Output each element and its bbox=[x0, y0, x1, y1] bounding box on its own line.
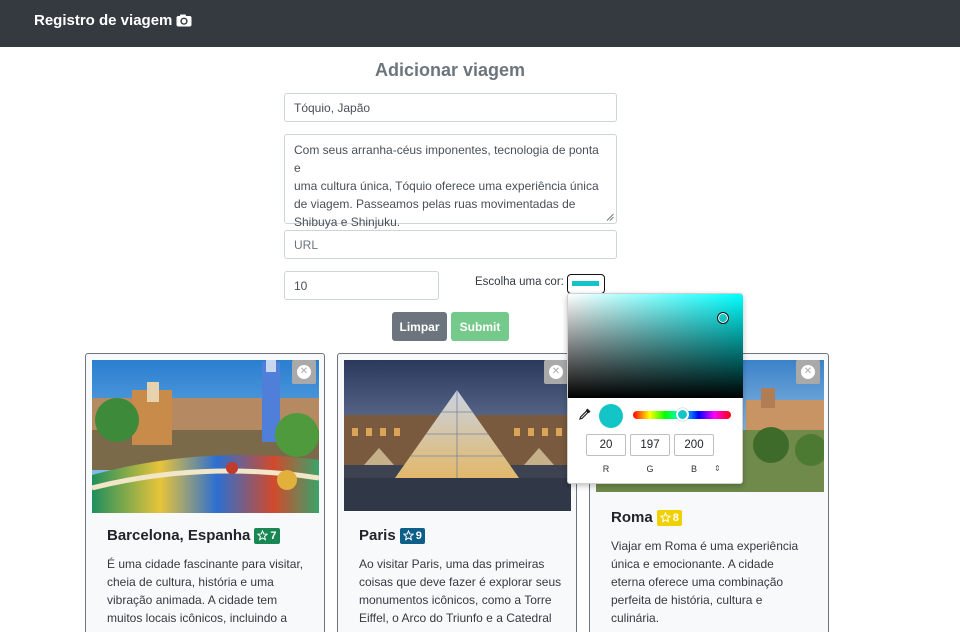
description-line: uma cultura única, Tóquio oferece uma ex… bbox=[294, 179, 599, 193]
eyedropper-icon[interactable] bbox=[578, 407, 592, 421]
card-description-line: monumentos icônicos, como a Torre bbox=[359, 593, 552, 607]
title-input[interactable]: Tóquio, Japão bbox=[284, 93, 617, 122]
color-input-swatch bbox=[572, 281, 599, 286]
blue-label: B bbox=[690, 464, 697, 474]
red-value: 20 bbox=[599, 439, 613, 451]
rating-badge: 8 bbox=[656, 509, 682, 526]
hue-slider-handle[interactable] bbox=[676, 408, 689, 421]
saturation-value-handle[interactable] bbox=[717, 312, 729, 324]
card-description-line: única e emocionante. A cidade bbox=[611, 557, 774, 571]
card-title-text: Barcelona, Espanha bbox=[107, 527, 251, 544]
description-line: Shibuya e Shinjuku. bbox=[294, 215, 401, 229]
green-label: G bbox=[646, 464, 654, 474]
rating-input[interactable]: 10 bbox=[284, 271, 439, 300]
card-description: É uma cidade fascinante para visitar, ch… bbox=[107, 555, 319, 627]
color-label: Escolha uma cor: bbox=[475, 276, 564, 288]
star-icon bbox=[402, 530, 414, 541]
description-line: Com seus arranha-céus imponentes, tecnol… bbox=[294, 143, 599, 175]
url-input[interactable]: URL bbox=[284, 230, 617, 259]
card-description-line: culinária. bbox=[611, 611, 660, 625]
card-title: Barcelona, Espanha 7 bbox=[107, 527, 280, 544]
saturation-value-area[interactable] bbox=[568, 294, 743, 398]
rating-badge: 9 bbox=[399, 527, 425, 544]
star-icon bbox=[257, 530, 269, 541]
trip-card: ✕ Paris 9 Ao visitar Paris, uma das prim… bbox=[337, 353, 577, 632]
description-line: de viagem. Passeamos pelas ruas moviment… bbox=[294, 197, 576, 211]
camera-icon bbox=[176, 14, 192, 27]
format-toggle-icon[interactable]: ⇕ bbox=[714, 464, 721, 473]
card-title: Roma 8 bbox=[611, 509, 682, 526]
card-title: Paris 9 bbox=[359, 527, 425, 544]
blue-value: 200 bbox=[684, 439, 704, 451]
card-description-line: eterna oferece uma combinação bbox=[611, 575, 784, 589]
card-description: Viajar em Roma é uma experiência única e… bbox=[611, 537, 823, 627]
card-description-line: perfeita de história, cultura e bbox=[611, 593, 763, 607]
red-value-input[interactable]: 20 bbox=[586, 434, 626, 456]
current-color-swatch bbox=[599, 404, 623, 428]
url-input-placeholder: URL bbox=[294, 237, 319, 252]
clear-button[interactable]: Limpar bbox=[392, 312, 447, 341]
close-icon: ✕ bbox=[549, 365, 563, 379]
description-textarea[interactable]: Com seus arranha-céus imponentes, tecnol… bbox=[284, 134, 617, 229]
card-title-text: Paris bbox=[359, 527, 396, 544]
close-icon: ✕ bbox=[801, 365, 815, 379]
navbar-brand[interactable]: Registro de viagem bbox=[34, 12, 192, 29]
card-description-line: Eiffel, o Arco do Triunfo e a Catedral bbox=[359, 611, 552, 625]
card-description: Ao visitar Paris, uma das primeiras cois… bbox=[359, 555, 571, 627]
green-value-input[interactable]: 197 bbox=[630, 434, 670, 456]
star-icon bbox=[659, 512, 671, 523]
card-description-line: Viajar em Roma é uma experiência bbox=[611, 539, 799, 553]
submit-button[interactable]: Submit bbox=[451, 312, 509, 341]
remove-card-button[interactable]: ✕ bbox=[796, 360, 820, 384]
color-picker-popup: 20 197 200 R G B ⇕ bbox=[567, 293, 743, 484]
red-label: R bbox=[602, 464, 610, 474]
trip-card: ✕ Barcelona, Espanha 7 É uma cidade fasc… bbox=[85, 353, 325, 632]
rating-input-value: 10 bbox=[294, 278, 308, 293]
card-title-text: Roma bbox=[611, 509, 653, 526]
card-description-line: É uma cidade fascinante para visitar, bbox=[107, 557, 304, 571]
resize-grip-icon[interactable] bbox=[606, 213, 614, 221]
paris-image bbox=[344, 360, 571, 511]
card-description-line: cheia de cultura, história e uma bbox=[107, 575, 274, 589]
green-value: 197 bbox=[640, 439, 660, 451]
brand-title: Registro de viagem bbox=[34, 12, 173, 29]
card-description-line: muitos locais icônicos, incluindo a bbox=[107, 611, 288, 625]
form-title: Adicionar viagem bbox=[374, 60, 526, 80]
title-input-value: Tóquio, Japão bbox=[294, 100, 371, 115]
rating-value: 9 bbox=[415, 529, 422, 542]
card-description-line: Ao visitar Paris, uma das primeiras bbox=[359, 557, 545, 571]
rating-value: 7 bbox=[270, 529, 277, 542]
navbar: Registro de viagem bbox=[0, 0, 960, 47]
blue-value-input[interactable]: 200 bbox=[674, 434, 714, 456]
rating-value: 8 bbox=[672, 511, 679, 524]
remove-card-button[interactable]: ✕ bbox=[544, 360, 568, 384]
rating-badge: 7 bbox=[254, 527, 280, 544]
color-input[interactable] bbox=[567, 274, 605, 294]
close-icon: ✕ bbox=[297, 365, 311, 379]
card-description-line: vibração animada. A cidade tem bbox=[107, 593, 278, 607]
card-description-line: coisas que deve fazer é explorar seus bbox=[359, 575, 562, 589]
remove-card-button[interactable]: ✕ bbox=[292, 360, 316, 384]
barcelona-image bbox=[92, 360, 319, 513]
